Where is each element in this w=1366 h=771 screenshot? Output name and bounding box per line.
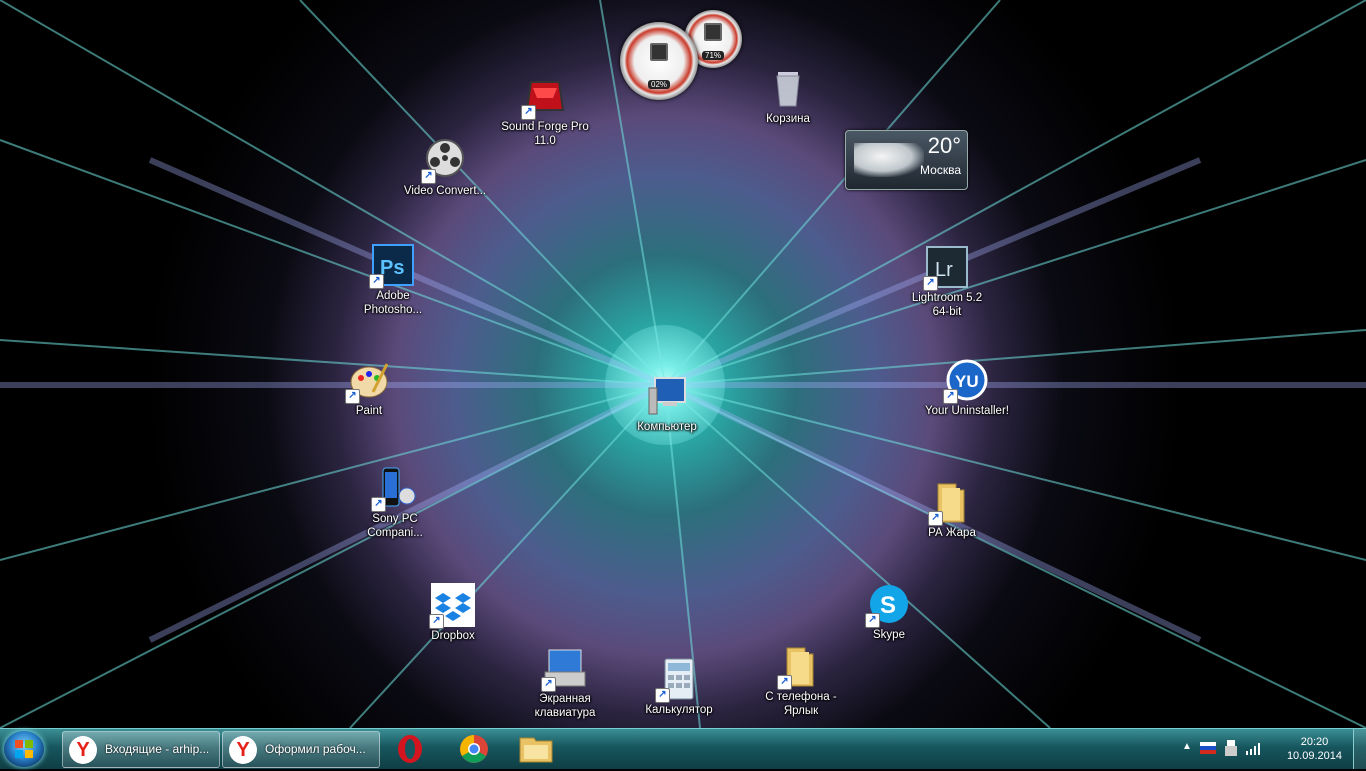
shortcut-arrow-icon: ↗ [541,677,556,692]
yandex-browser-icon [229,736,257,764]
cpu-chip-icon [650,42,668,61]
your-uninstaller-icon: YU ↗ [943,358,989,404]
desktop-icon-sound-forge[interactable]: ↗ Sound Forge Pro 11.0 [500,74,590,148]
paint-palette-icon: ↗ [345,358,391,404]
keyboard-icon: ↗ [541,646,587,692]
icon-label: Lightroom 5.2 64-bit [911,292,983,318]
desktop-icon-photoshop[interactable]: Ps ↗ Adobe Photosho... [348,243,438,317]
shortcut-arrow-icon: ↗ [655,688,670,703]
desktop-icon-from-phone[interactable]: ↗ С телефона - Ярлык [756,644,846,718]
folder-icon: ↗ [928,480,974,526]
show-desktop-button[interactable] [1353,729,1366,769]
taskbar: Входящие - arhip... Оформил рабоч... ▲ 2… [0,728,1366,769]
taskbar-window-inbox[interactable]: Входящие - arhip... [62,731,220,768]
dropbox-icon: ↗ [429,583,475,629]
usb-device-icon[interactable] [1224,740,1238,756]
desktop-icon-lightroom[interactable]: Lr ↗ Lightroom 5.2 64-bit [902,245,992,319]
icon-label: Adobe Photosho... [363,290,423,316]
desktop-icon-your-uninstaller[interactable]: YU ↗ Your Uninstaller! [922,358,1012,418]
taskbar-pin-explorer[interactable] [508,732,564,766]
shortcut-arrow-icon: ↗ [865,613,880,628]
desktop-icon-dropbox[interactable]: ↗ Dropbox [408,583,498,643]
shortcut-arrow-icon: ↗ [928,511,943,526]
network-signal-icon[interactable] [1246,741,1262,755]
windows-logo-icon [15,740,33,758]
icon-label: Корзина [766,113,810,125]
recycle-bin-icon [766,66,810,110]
film-reel-icon: ↗ [421,138,467,184]
weather-temperature: 20° [927,133,961,158]
taskbar-pin-opera[interactable] [382,732,438,766]
desktop-icon-computer[interactable]: Компьютер [622,374,712,434]
computer-icon [645,374,689,418]
taskbar-window-title: Входящие - arhip... [105,742,210,756]
yandex-browser-icon [69,736,97,764]
desktop-icon-paint[interactable]: ↗ Paint [324,358,414,418]
memory-chip-icon [704,23,722,42]
svg-text:YU: YU [955,372,979,391]
cloud-icon [854,143,924,177]
shortcut-arrow-icon: ↗ [371,497,386,512]
icon-label: Sound Forge Pro 11.0 [501,121,589,147]
icon-label: Sony PC Compani... [367,513,423,539]
sound-forge-icon: ↗ [521,74,567,120]
icon-label: Skype [873,629,905,641]
shortcut-arrow-icon: ↗ [369,274,384,289]
show-hidden-icons-button[interactable]: ▲ [1182,741,1192,752]
sony-phone-icon: ↗ [371,466,417,512]
explorer-icon [519,737,553,763]
system-tray: ▲ 20:20 10.09.2014 [1166,729,1366,769]
desktop-icon-onscreen-keyboard[interactable]: ↗ Экранная клавиатура [520,646,610,720]
desktop-icon-skype[interactable]: S ↗ Skype [844,582,934,642]
desktop-icon-calculator[interactable]: ↗ Калькулятор [634,657,724,717]
skype-icon: S ↗ [865,582,911,628]
taskbar-window-title: Оформил рабоч... [265,742,366,756]
shortcut-arrow-icon: ↗ [943,389,958,404]
icon-label: Экранная клавиатура [534,693,596,719]
icon-label: Dropbox [431,630,475,642]
cpu-gauge-gadget[interactable]: 02% [620,22,698,100]
weather-city: Москва [920,163,961,177]
desktop-icon-video-converter[interactable]: ↗ Video Convert... [400,138,490,198]
icon-label: Video Convert... [403,185,487,197]
taskbar-window-oformil[interactable]: Оформил рабоч... [222,731,380,768]
svg-text:S: S [880,592,896,619]
clock-date: 10.09.2014 [1286,750,1342,762]
calculator-icon: ↗ [655,657,701,703]
icon-label: С телефона - Ярлык [765,691,837,717]
icon-label: Калькулятор [645,704,713,716]
desktop[interactable]: 71% 02% 20° Москва ↗ Sound Forge Pro 11.… [0,0,1366,728]
start-button[interactable] [4,731,44,767]
memory-value: 71% [701,50,725,60]
icon-label: Your Uninstaller! [925,405,1009,417]
folder-icon: ↗ [777,644,823,690]
desktop-icon-recycle-bin[interactable]: Корзина [743,66,833,126]
shortcut-arrow-icon: ↗ [421,169,436,184]
shortcut-arrow-icon: ↗ [521,105,536,120]
icon-label: РА Жара [928,527,976,539]
photoshop-icon: Ps ↗ [369,243,415,289]
clock-time: 20:20 [1300,736,1329,748]
desktop-icon-pa-zhara[interactable]: ↗ РА Жара [907,480,997,540]
taskbar-pin-chrome[interactable] [446,732,502,766]
cpu-value: 02% [647,80,671,90]
opera-icon [398,735,422,763]
icon-label: Paint [355,405,383,417]
wallpaper [0,0,1366,728]
chrome-icon [460,735,488,763]
weather-gadget[interactable]: 20° Москва [845,130,968,190]
desktop-icon-sony-pc-companion[interactable]: ↗ Sony PC Compani... [350,466,440,540]
lightroom-icon: Lr ↗ [923,245,969,291]
shortcut-arrow-icon: ↗ [923,276,938,291]
shortcut-arrow-icon: ↗ [777,675,792,690]
shortcut-arrow-icon: ↗ [429,614,444,629]
clock[interactable]: 20:20 10.09.2014 [1287,735,1342,763]
language-flag-icon[interactable] [1200,742,1216,754]
shortcut-arrow-icon: ↗ [345,389,360,404]
icon-label: Компьютер [637,421,697,433]
